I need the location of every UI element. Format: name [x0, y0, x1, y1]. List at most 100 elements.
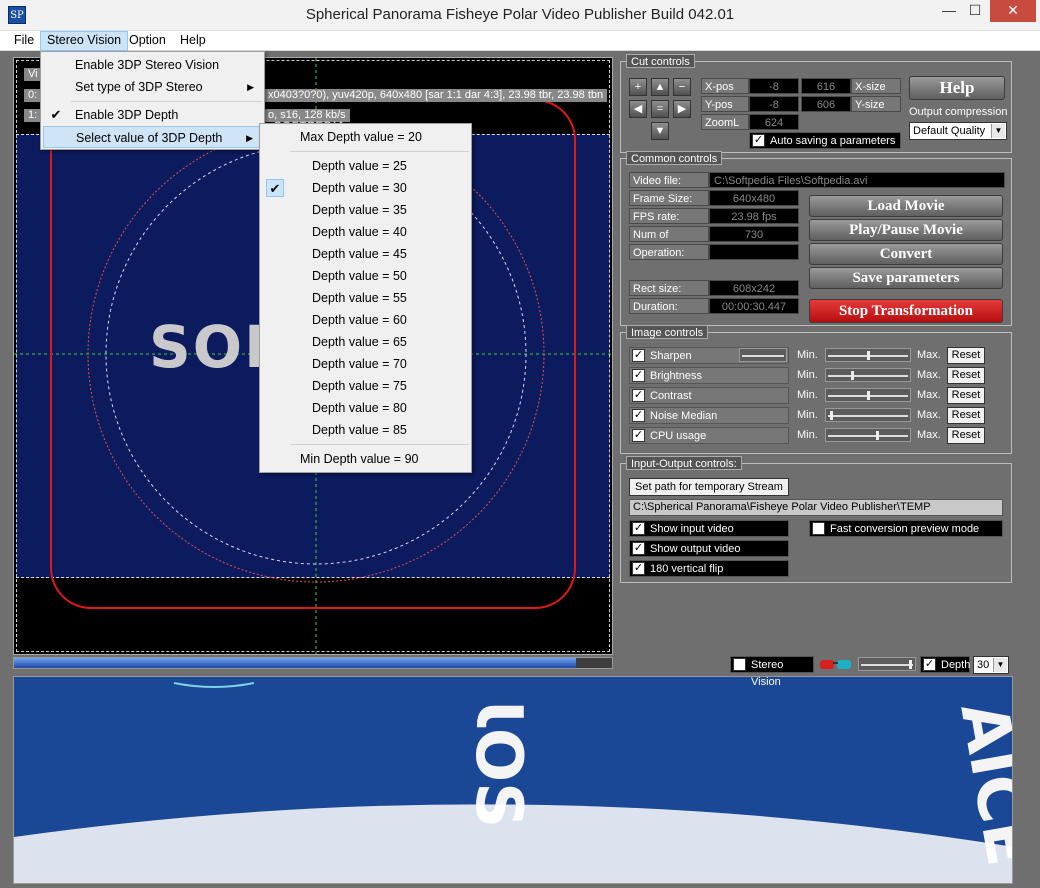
show-input-label: Show input video	[650, 523, 734, 535]
move-down-icon[interactable]: ▼	[651, 122, 669, 140]
overlay-line-1-prefix: 0:	[24, 89, 42, 102]
menu-help[interactable]: Help	[174, 31, 212, 51]
menu-depth-value[interactable]: Depth value = 70	[262, 353, 469, 375]
depth-checkbox[interactable]: ✓ Depth	[920, 656, 970, 673]
menu-depth-value[interactable]: Depth value = 40	[262, 221, 469, 243]
set-path-button[interactable]: Set path for temporary Stream	[629, 478, 789, 496]
quality-select[interactable]: Default Quality ▼	[909, 122, 1007, 140]
xpos-value-1[interactable]: -8	[749, 78, 799, 94]
auto-save-label: Auto saving a parameters	[770, 135, 896, 147]
fast-preview-check-icon	[812, 522, 825, 535]
ypos-value-1[interactable]: -8	[749, 96, 799, 112]
max-label: Max.	[917, 389, 941, 401]
sharpen-inline-slider[interactable]	[739, 348, 787, 362]
stereo-vision-menu: Enable 3DP Stereo Vision Set type of 3DP…	[40, 51, 265, 150]
show-input-checkbox[interactable]: ✓ Show input video	[629, 520, 789, 537]
slider-thumb[interactable]	[851, 371, 854, 380]
menu-depth-value[interactable]: Depth value = 60	[262, 309, 469, 331]
menu-max-depth[interactable]: Max Depth value = 20	[262, 126, 469, 148]
temp-path-field[interactable]: C:\Spherical Panorama\Fisheye Polar Vide…	[629, 499, 1003, 516]
reset-button[interactable]: Reset	[947, 387, 985, 404]
ypos-value-2[interactable]: 606	[801, 96, 851, 112]
slider-thumb[interactable]	[867, 391, 870, 400]
image-controls-group: Image controls ✓ Sharpen Min. Max. Reset …	[620, 325, 1012, 454]
help-button[interactable]: Help	[909, 76, 1005, 100]
menu-select-3dp-depth[interactable]: Select value of 3DP Depth ▶	[43, 126, 262, 148]
menu-depth-value[interactable]: Depth value = 85	[262, 419, 469, 441]
image-control-label: Brightness	[650, 370, 702, 382]
menu-depth-value[interactable]: Depth value = 35	[262, 199, 469, 221]
menu-enable-3dp-stereo[interactable]: Enable 3DP Stereo Vision	[43, 54, 262, 76]
vflip-label: 180 vertical flip	[650, 563, 724, 575]
play-pause-button[interactable]: Play/Pause Movie	[809, 219, 1003, 241]
maximize-button[interactable]: ☐	[962, 0, 988, 22]
minimize-button[interactable]: —	[936, 0, 962, 22]
reset-button[interactable]: Reset	[947, 407, 985, 424]
checkmark-icon: ✔	[266, 179, 284, 197]
auto-save-checkbox[interactable]: ✓ Auto saving a parameters	[749, 132, 901, 149]
image-control-slider[interactable]	[825, 428, 911, 442]
video-progress-bar[interactable]	[13, 657, 613, 669]
slider-thumb[interactable]	[867, 351, 870, 360]
menu-set-type-3dp-stereo[interactable]: Set type of 3DP Stereo ▶	[43, 76, 262, 98]
show-output-check-icon: ✓	[632, 542, 645, 555]
menu-depth-value[interactable]: ✔ Depth value = 30	[262, 177, 469, 199]
output-video-preview[interactable]: ƖOS AICE	[13, 676, 1013, 884]
cut-controls-title: Cut controls	[626, 54, 695, 68]
save-parameters-button[interactable]: Save parameters	[809, 267, 1003, 289]
image-control-slider[interactable]	[825, 388, 911, 402]
stereo-slider-thumb[interactable]	[909, 660, 912, 669]
menu-enable-3dp-depth[interactable]: ✔ Enable 3DP Depth	[43, 104, 262, 126]
vflip-checkbox[interactable]: ✓ 180 vertical flip	[629, 560, 789, 577]
video-file-value[interactable]: C:\Softpedia Files\Softpedia.avi	[709, 172, 1005, 188]
min-label: Min.	[797, 429, 818, 441]
menu-depth-value[interactable]: Depth value = 65	[262, 331, 469, 353]
zoom-in-icon[interactable]: +	[629, 78, 647, 96]
quality-value: Default Quality	[913, 125, 986, 137]
menu-separator	[290, 444, 469, 445]
move-left-icon[interactable]: ◀	[629, 100, 647, 118]
show-output-checkbox[interactable]: ✓ Show output video	[629, 540, 789, 557]
depth-values-submenu: Max Depth value = 20 Depth value = 25 ✔ De…	[259, 123, 472, 473]
image-control-slider[interactable]	[825, 368, 911, 382]
menu-min-depth[interactable]: Min Depth value = 90	[262, 448, 469, 470]
load-movie-button[interactable]: Load Movie	[809, 195, 1003, 217]
video-file-label: Video file:	[629, 172, 709, 188]
image-control-checkbox[interactable]: ✓ Noise Median	[629, 407, 789, 424]
menu-stereo-vision[interactable]: Stereo Vision	[40, 31, 129, 51]
menu-depth-value[interactable]: Depth value = 75	[262, 375, 469, 397]
move-right-icon[interactable]: ▶	[673, 100, 691, 118]
common-controls-group: Common controls Video file: C:\Softpedia…	[620, 151, 1012, 326]
image-control-slider[interactable]	[825, 408, 911, 422]
depth-dropdown-arrow-icon: ▼	[993, 658, 1007, 672]
stereo-slider[interactable]	[858, 657, 916, 671]
stop-transformation-button[interactable]: Stop Transformation	[809, 299, 1003, 323]
menu-depth-value[interactable]: Depth value = 50	[262, 265, 469, 287]
reset-button[interactable]: Reset	[947, 347, 985, 364]
stereo-vision-checkbox[interactable]: Stereo Vision	[730, 656, 814, 688]
menu-depth-value[interactable]: Depth value = 25	[262, 155, 469, 177]
slider-thumb[interactable]	[876, 431, 879, 440]
menu-option[interactable]: Option	[123, 31, 172, 51]
fast-preview-checkbox[interactable]: Fast conversion preview mode	[809, 520, 1003, 537]
depth-select[interactable]: 30 ▼	[973, 656, 1009, 674]
image-control-slider[interactable]	[825, 348, 911, 362]
reset-button[interactable]: Reset	[947, 367, 985, 384]
zoom-out-icon[interactable]: −	[673, 78, 691, 96]
menu-depth-value[interactable]: Depth value = 55	[262, 287, 469, 309]
slider-thumb[interactable]	[830, 411, 833, 420]
zoom-value[interactable]: 624	[749, 114, 799, 130]
menu-file[interactable]: File	[8, 31, 40, 51]
center-icon[interactable]: =	[651, 100, 669, 118]
image-control-checkbox[interactable]: ✓ Brightness	[629, 367, 789, 384]
convert-button[interactable]: Convert	[809, 243, 1003, 265]
move-up-icon[interactable]: ▲	[651, 78, 669, 96]
close-button[interactable]: ✕	[990, 0, 1036, 22]
reset-button[interactable]: Reset	[947, 427, 985, 444]
menu-depth-value[interactable]: Depth value = 80	[262, 397, 469, 419]
menu-depth-value[interactable]: Depth value = 45	[262, 243, 469, 265]
image-control-checkbox[interactable]: ✓ Contrast	[629, 387, 789, 404]
xpos-value-2[interactable]: 616	[801, 78, 851, 94]
image-control-checkbox[interactable]: ✓ CPU usage	[629, 427, 789, 444]
show-output-label: Show output video	[650, 543, 741, 555]
